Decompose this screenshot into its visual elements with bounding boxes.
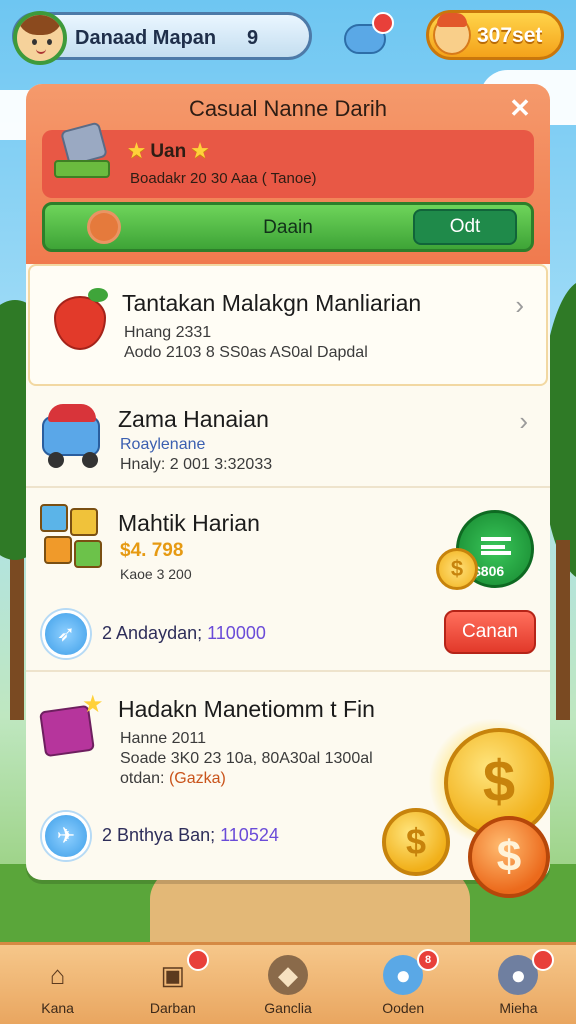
truck-icon [42,404,104,468]
item-line: Kaoe 3 200 [120,566,192,582]
bottom-nav: ⌂ Kana ▣ Darban ◆ Ganclia ● 8 Ooden ● Mi… [0,942,576,1024]
item-line: otdan: (Gazka) [120,770,226,787]
player-level: 9 [247,27,259,49]
odd-button[interactable]: Odt [413,209,517,245]
boost-button[interactable]: ✈ [42,812,90,860]
item-title: Hadakn Manetiomm t Fin [118,696,375,722]
chevron-right-icon[interactable]: › [515,290,524,321]
list-item[interactable]: Zama Hanaian Roaylenane Hnaly: 2 001 3:3… [26,386,550,488]
item-line: Aodo 2103 8 SS0as AS0al Dapdal [124,344,368,361]
avatar[interactable] [13,11,67,65]
boost-button[interactable]: ➶ [42,610,90,658]
list-item[interactable]: Tantakan Malakgn Manliarian Hnang 2331 A… [28,264,548,386]
panel-title: Casual Nanne Darih [188,96,388,121]
item-price: $4. 798 [120,540,184,561]
nav-item-mieha[interactable]: ● Mieha [461,945,576,1024]
item-line: Soade 3K0 23 10a, 80A30al 1300al [120,750,373,767]
nav-item-ooden[interactable]: ● 8 Ooden [346,945,461,1024]
nav-item-darban[interactable]: ▣ Darban [115,945,230,1024]
coins-counter[interactable]: 307set [426,10,564,60]
star-icon: ★ [128,141,146,162]
top-hud: Danaad Mapan 9 307set [12,8,564,65]
item-line: Hanne 2011 [120,730,206,747]
coin-icon: $ [436,548,478,590]
home-icon: ⌂ [49,960,66,990]
coin-icon: $ [468,816,550,898]
close-icon[interactable]: ✕ [506,94,534,122]
action-row: ➶ 2 Andaydan; 110000 Canan [42,610,536,658]
list-item[interactable]: Mahtik Harian $4. 798 Kaoe 3 200 $806 $ … [26,488,550,672]
character-icon [433,13,471,55]
item-title: Mahtik Harian [118,510,260,536]
item-title: Zama Hanaian [118,406,269,432]
strawberry-icon [52,288,108,352]
compass-icon: ◆ [268,955,308,995]
featured-card[interactable]: ★ Uan ★ Boadakr 20 30 Aaa ( Tanoe) [42,121,534,198]
action-text: 2 Bnthya Ban; 110524 [102,825,279,845]
notification-badge [372,12,394,34]
cancel-button[interactable]: Canan [444,610,536,654]
player-bar[interactable]: Danaad Mapan 9 [12,11,312,65]
notification-badge [186,949,209,971]
gift-icon: ★ [39,690,104,764]
item-line: Hnaly: 2 001 3:32033 [120,456,273,473]
featured-title: ★ Uan ★ [128,141,209,162]
play-bar[interactable]: Daain Odt [42,202,534,252]
notification-badge [532,949,555,971]
player-name: Danaad Mapan [75,27,217,49]
star-icon: ★ [191,141,209,162]
panel-header: Casual Nanne Darih ✕ ★ Uan ★ Boadakr 20 … [26,84,550,264]
coins-value: 307set [477,24,543,47]
pet-icon[interactable] [340,12,394,60]
robot-icon [46,120,120,200]
item-line: Hnang 2331 [124,324,212,341]
tiles-icon [40,504,110,574]
coin-icon: $ [382,808,450,876]
nav-item-ganclia[interactable]: ◆ Ganclia [230,945,345,1024]
chevron-right-icon[interactable]: › [519,406,528,437]
action-text: 2 Andaydan; 110000 [102,623,266,643]
item-title: Tantakan Malakgn Manliarian [122,290,422,316]
nav-item-home[interactable]: ⌂ Kana [0,945,115,1024]
featured-subtitle: Boadakr 20 30 Aaa ( Tanoe) [130,170,317,187]
notification-badge: 8 [417,949,440,971]
item-line: Roaylenane [120,436,206,453]
